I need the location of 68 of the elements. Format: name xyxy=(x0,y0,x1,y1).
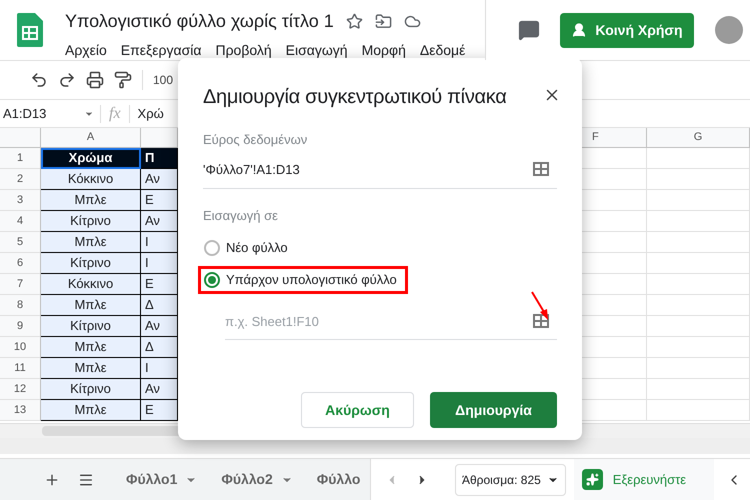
zoom-value[interactable]: 100 xyxy=(153,71,174,89)
formula-content[interactable]: Χρώ xyxy=(130,104,164,124)
menu-item[interactable]: Προβολή xyxy=(215,40,272,60)
table-cell: Αν xyxy=(141,169,178,190)
name-box[interactable]: A1:D13 xyxy=(0,104,100,124)
share-button[interactable]: Κοινή Χρήση xyxy=(560,12,694,48)
table-cell: Μπλε xyxy=(41,358,141,379)
table-cell: Μπλε xyxy=(41,337,141,358)
sheet-tab[interactable]: Φύλλο xyxy=(302,469,362,490)
table-cell: Αν xyxy=(141,316,178,337)
row-number[interactable]: 2 xyxy=(0,169,40,190)
table-cell: Π xyxy=(141,148,178,169)
create-button[interactable]: Δημιουργία xyxy=(430,392,557,428)
row-number[interactable]: 11 xyxy=(0,358,40,379)
fx-label: fx xyxy=(108,104,122,124)
row-number[interactable]: 12 xyxy=(0,379,40,400)
table-cell: Μπλε xyxy=(41,190,141,211)
table-cell: Αν xyxy=(141,379,178,400)
table-cell: Μπλε xyxy=(41,295,141,316)
sheet-tab[interactable]: Φύλλο2 xyxy=(207,469,303,490)
row-number[interactable]: 13 xyxy=(0,400,40,421)
table-cell: Αν xyxy=(141,211,178,232)
table-cell: Μπλε xyxy=(41,232,141,253)
row-number[interactable]: 6 xyxy=(0,253,40,274)
column-header[interactable]: G xyxy=(647,128,750,148)
row-number[interactable]: 3 xyxy=(0,190,40,211)
column-header[interactable]: F xyxy=(582,128,647,148)
table-cell: Κίτρινο xyxy=(41,253,141,274)
cancel-button[interactable]: Ακύρωση xyxy=(301,392,414,428)
table-cell: Κίτρινο xyxy=(41,316,141,337)
row-number[interactable]: 7 xyxy=(0,274,40,295)
column-header[interactable]: A xyxy=(41,128,141,148)
row-number[interactable]: 4 xyxy=(0,211,40,232)
table-cell: Μπλε xyxy=(41,400,141,421)
menu-item[interactable]: Αρχείο xyxy=(65,40,107,60)
sheet-tab[interactable]: Φύλλο1 xyxy=(112,469,208,490)
sum-dropdown[interactable]: Άθροισμα: 825 xyxy=(455,464,566,496)
row-number[interactable]: 9 xyxy=(0,316,40,337)
menu-item[interactable]: Δεδομέ xyxy=(420,40,466,60)
range-field[interactable]: 'Φύλλο7'!A1:D13 xyxy=(203,160,557,189)
menu-item[interactable]: Επεξεργασία xyxy=(120,40,202,60)
table-cell: Δ xyxy=(141,295,178,316)
table-cell: Κίτρινο xyxy=(41,379,141,400)
radio-label[interactable]: Νέο φύλλο xyxy=(226,238,288,258)
row-number[interactable]: 5 xyxy=(0,232,40,253)
table-cell: Ι xyxy=(141,232,178,253)
dialog-title: Δημιουργία συγκεντρωτικού πίνακα xyxy=(203,85,506,110)
document-title[interactable]: Υπολογιστικό φύλλο χωρίς τίτλο 1 xyxy=(65,8,334,35)
table-cell: Δ xyxy=(141,337,178,358)
radio-label[interactable]: Υπάρχον υπολογιστικό φύλλο xyxy=(226,270,397,290)
table-cell: Κόκκινο xyxy=(41,274,141,295)
location-field[interactable]: π.χ. Sheet1!F10 xyxy=(225,312,425,331)
table-cell: Κόκκινο xyxy=(41,169,141,190)
table-cell: Ε xyxy=(141,274,178,295)
table-cell: Ι xyxy=(141,358,178,379)
row-number[interactable]: 1 xyxy=(0,148,40,169)
explore-button[interactable]: Εξερευνήστε xyxy=(574,459,714,500)
table-cell: Κίτρινο xyxy=(41,211,141,232)
table-cell: Ε xyxy=(141,190,178,211)
menu-item[interactable]: Μορφή xyxy=(362,40,406,60)
table-cell: Ε xyxy=(141,400,178,421)
field-label: Εύρος δεδομένων xyxy=(203,131,308,149)
menu-item[interactable]: Εισαγωγή xyxy=(286,40,348,60)
row-number[interactable]: 8 xyxy=(0,295,40,316)
row-number[interactable]: 10 xyxy=(0,337,40,358)
table-cell: Ι xyxy=(141,253,178,274)
field-label: Εισαγωγή σε xyxy=(203,207,279,225)
table-cell: Χρώμα xyxy=(41,148,141,169)
